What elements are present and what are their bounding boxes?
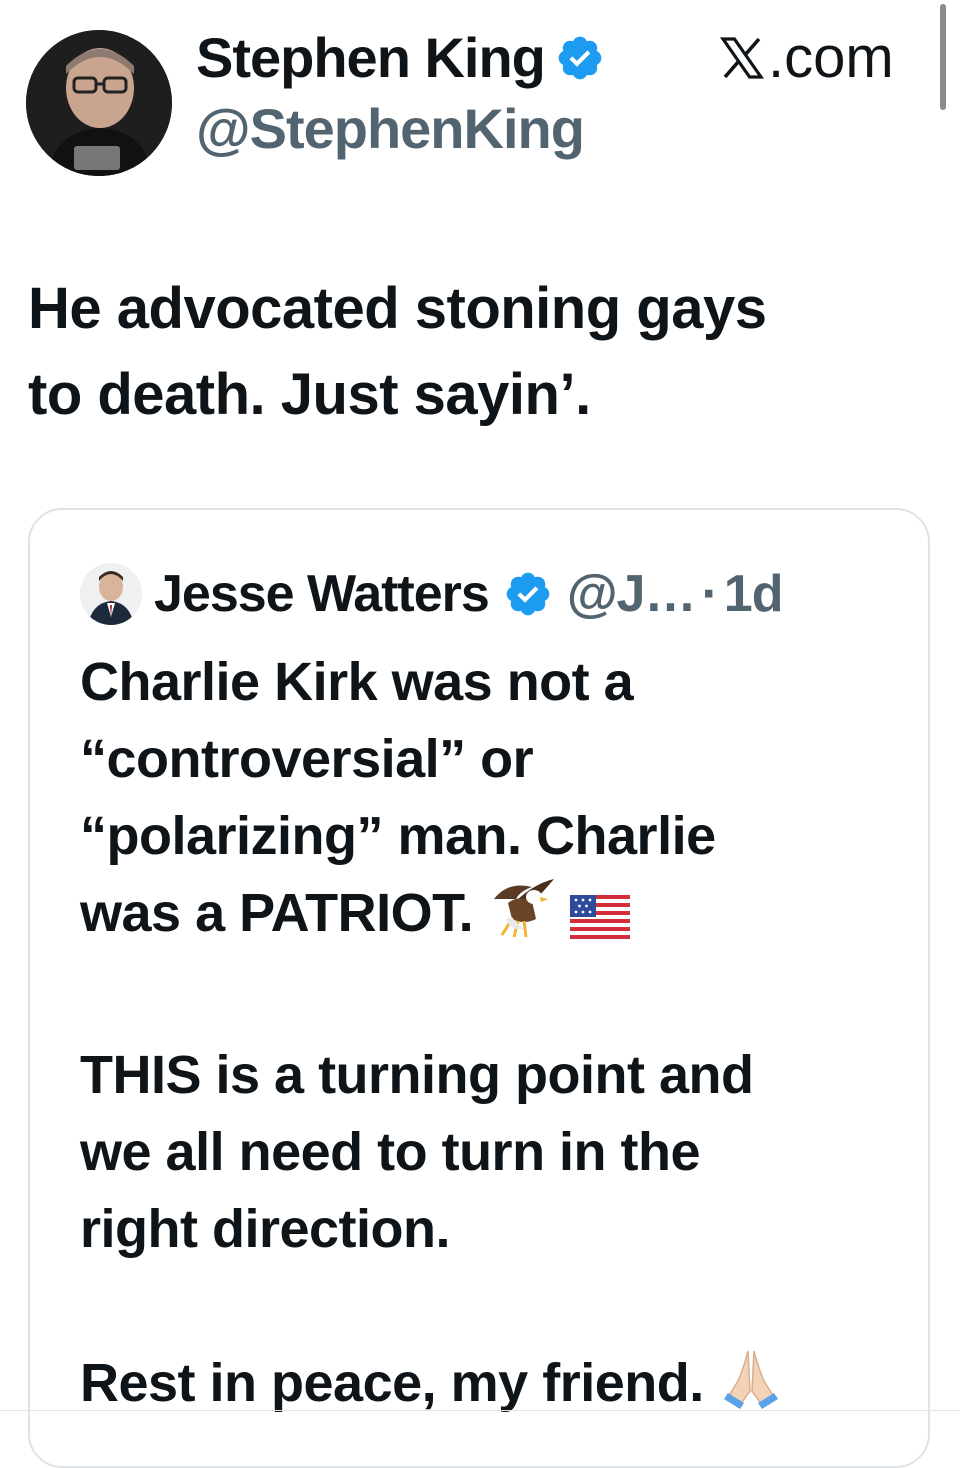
folded-hands-icon: [718, 1347, 784, 1430]
scrollbar[interactable]: [940, 4, 946, 110]
us-flag-icon: [570, 883, 631, 960]
quoted-tweet-card[interactable]: Jesse Watters @J… · 1d Charlie Kirk was …: [28, 508, 930, 1468]
quoted-author-avatar[interactable]: [80, 563, 142, 625]
quoted-tweet-text: Charlie Kirk was not a “controversial” o…: [80, 644, 900, 1430]
quoted-author-avatar-image: [80, 563, 142, 625]
quoted-tweet-time[interactable]: 1d: [724, 564, 784, 624]
quoted-text-line: Charlie Kirk was not a: [80, 652, 634, 712]
eagle-icon: [488, 877, 556, 960]
tweet-text-line: He advocated stoning gays: [28, 276, 767, 341]
quoted-text-line: THIS is a turning point and: [80, 1045, 754, 1105]
author-name-row[interactable]: Stephen King: [196, 26, 605, 90]
author-handle[interactable]: @StephenKing: [196, 96, 585, 162]
tweet-header: Stephen King @StephenKing .com: [0, 0, 960, 190]
quoted-author-name[interactable]: Jesse Watters: [154, 564, 490, 624]
verified-badge-icon: [506, 572, 550, 616]
quoted-tweet-header: Jesse Watters @J… · 1d: [80, 560, 784, 628]
quoted-text-segment: Rest in peace, my friend.: [80, 1353, 704, 1413]
author-avatar[interactable]: [26, 30, 172, 176]
quoted-text-segment: was a PATRIOT.: [80, 883, 474, 943]
tweet-text-line: to death. Just sayin’.: [28, 362, 591, 427]
verified-badge-icon: [558, 36, 602, 80]
quoted-text-line: “controversial” or: [80, 729, 534, 789]
tweet-text: He advocated stoning gays to death. Just…: [28, 266, 928, 438]
quoted-text-line-with-emoji: was a PATRIOT.: [80, 875, 900, 960]
separator-dot: ·: [701, 565, 718, 623]
quoted-text-line: “polarizing” man. Charlie: [80, 806, 716, 866]
site-label-text: .com: [768, 25, 894, 90]
site-label: .com: [718, 26, 894, 90]
quoted-author-handle[interactable]: @J…: [567, 564, 697, 624]
quoted-text-line-with-emoji: Rest in peace, my friend.: [80, 1345, 900, 1430]
author-avatar-image: [26, 30, 172, 176]
quoted-text-line: right direction.: [80, 1199, 451, 1259]
bottom-divider: [0, 1410, 960, 1411]
author-name[interactable]: Stephen King: [196, 26, 546, 90]
x-logo-icon: [719, 37, 765, 79]
quoted-text-line: we all need to turn in the: [80, 1122, 701, 1182]
